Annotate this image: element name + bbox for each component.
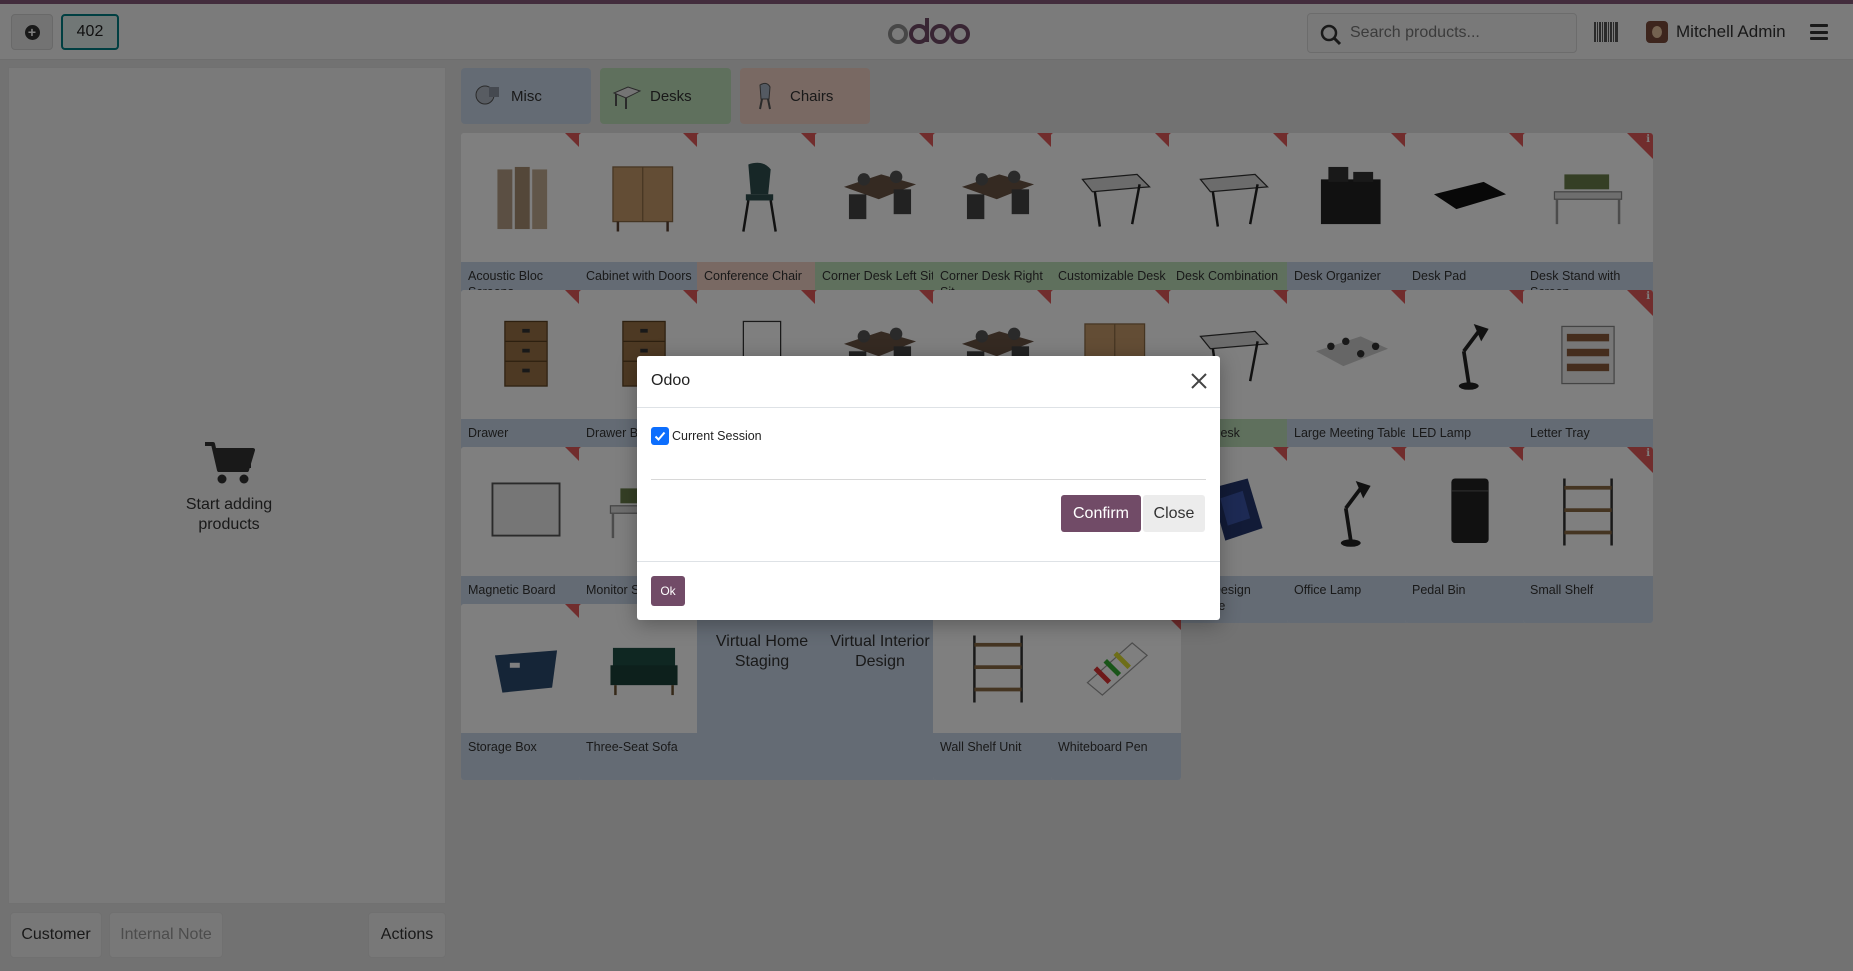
session-checkbox-row[interactable]: Current Session: [651, 427, 762, 445]
close-button[interactable]: Close: [1143, 495, 1205, 532]
confirm-dialog: Odoo Current Session Confirm Close Ok: [637, 356, 1220, 620]
confirm-button[interactable]: Confirm: [1061, 495, 1141, 532]
dialog-footer: Ok: [637, 561, 1220, 620]
current-session-checkbox[interactable]: [651, 427, 669, 445]
checkmark-icon: [654, 431, 666, 441]
dialog-title: Odoo: [651, 372, 691, 389]
ok-button[interactable]: Ok: [651, 576, 685, 606]
dialog-header: Odoo: [637, 356, 1220, 408]
close-icon[interactable]: [1190, 372, 1208, 390]
checkbox-label: Current Session: [672, 429, 762, 443]
divider: [651, 479, 1206, 480]
